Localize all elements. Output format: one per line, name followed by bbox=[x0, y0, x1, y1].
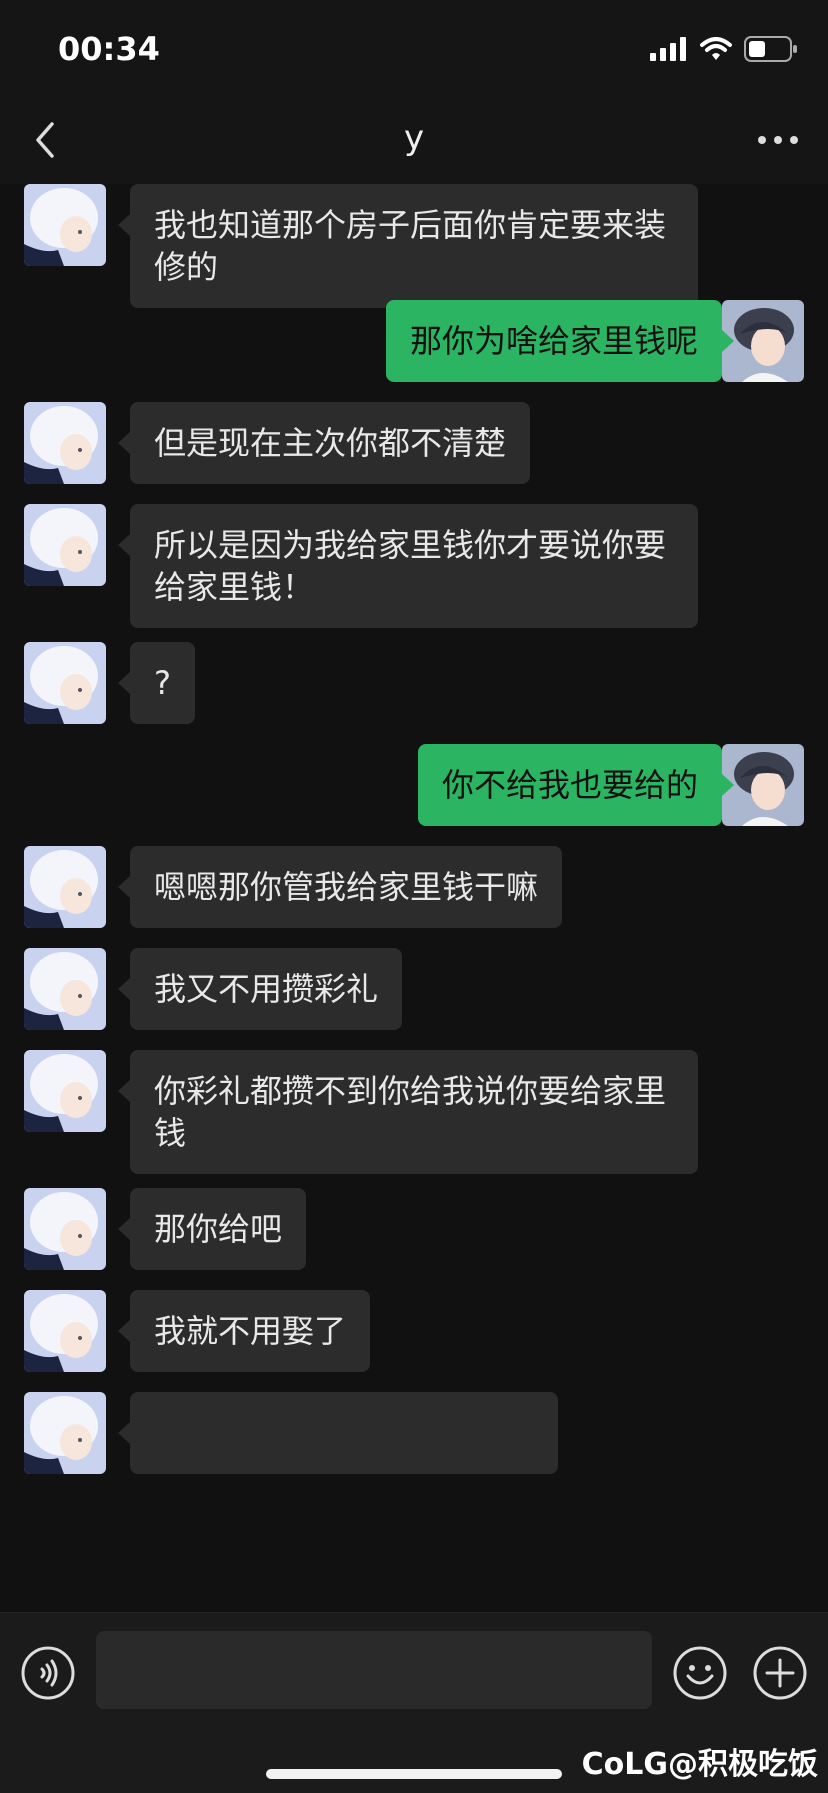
contact-avatar[interactable] bbox=[24, 846, 106, 928]
battery-icon bbox=[744, 36, 797, 62]
status-time: 00:34 bbox=[58, 30, 160, 68]
message-input[interactable] bbox=[96, 1631, 652, 1709]
home-indicator[interactable] bbox=[266, 1769, 562, 1779]
message-bubble[interactable]: 那你给吧 bbox=[117, 1188, 307, 1270]
chat-title: y bbox=[403, 118, 425, 158]
contact-avatar[interactable] bbox=[24, 184, 106, 266]
message-bubble[interactable]: 你彩礼都攒不到你给我说你要给家里钱 bbox=[118, 1050, 698, 1174]
plus-icon bbox=[753, 1646, 807, 1700]
status-icons bbox=[650, 36, 798, 62]
voice-icon bbox=[21, 1646, 75, 1700]
my-avatar[interactable] bbox=[722, 300, 804, 382]
contact-avatar[interactable] bbox=[24, 402, 106, 484]
contact-avatar[interactable] bbox=[24, 1188, 106, 1270]
status-bar: 00:34 bbox=[0, 0, 828, 96]
message-bubble[interactable]: ? bbox=[118, 642, 195, 724]
more-icon bbox=[758, 136, 798, 144]
message-bubble[interactable]: 但是现在主次你都不清楚 bbox=[117, 402, 531, 484]
more-button[interactable] bbox=[754, 122, 802, 158]
message-list[interactable]: 我也知道那个房子后面你肯定要来装修的 那你为啥给家里钱呢但是现在主次你都不清楚所以… bbox=[0, 184, 828, 1612]
contact-avatar[interactable] bbox=[24, 642, 106, 724]
contact-avatar[interactable] bbox=[24, 1050, 106, 1132]
message-bubble[interactable] bbox=[118, 1392, 558, 1474]
my-avatar[interactable] bbox=[722, 744, 804, 826]
contact-avatar[interactable] bbox=[24, 504, 106, 586]
emoji-button[interactable] bbox=[672, 1645, 728, 1701]
message-bubble[interactable]: 所以是因为我给家里钱你才要说你要给家里钱！ bbox=[118, 504, 698, 628]
signal-icon bbox=[650, 37, 686, 61]
message-bubble[interactable]: 那你为啥给家里钱呢 bbox=[385, 300, 735, 382]
voice-button[interactable] bbox=[20, 1645, 76, 1701]
message-bubble[interactable]: 我又不用攒彩礼 bbox=[117, 948, 403, 1030]
message-bubble[interactable]: 我就不用娶了 bbox=[117, 1290, 371, 1372]
chat-header: y bbox=[0, 96, 828, 185]
emoji-icon bbox=[673, 1646, 727, 1700]
message-bubble[interactable]: 嗯嗯那你管我给家里钱干嘛 bbox=[117, 846, 563, 928]
message-bubble[interactable]: 你不给我也要给的 bbox=[417, 744, 735, 826]
wifi-icon bbox=[700, 37, 732, 60]
contact-avatar[interactable] bbox=[24, 1290, 106, 1372]
contact-avatar[interactable] bbox=[24, 1392, 106, 1474]
contact-avatar[interactable] bbox=[24, 948, 106, 1030]
input-bar: CoLG@积极吃饭 bbox=[0, 1612, 828, 1793]
more-functions-button[interactable] bbox=[752, 1645, 808, 1701]
watermark: CoLG@积极吃饭 bbox=[581, 1747, 818, 1782]
message-bubble[interactable]: 我也知道那个房子后面你肯定要来装修的 bbox=[118, 184, 698, 308]
